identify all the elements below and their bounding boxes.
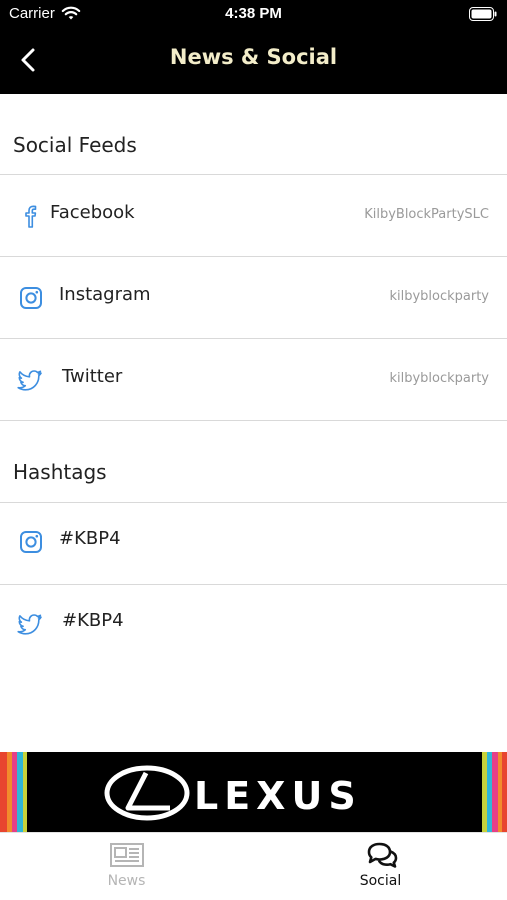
twitter-icon: [17, 614, 42, 635]
newspaper-icon: [110, 843, 144, 867]
instagram-icon: [20, 531, 42, 553]
section-header-hashtags: Hashtags: [13, 460, 107, 484]
social-feed-label: Twitter: [62, 366, 123, 387]
lexus-logo: LEXUS: [104, 765, 362, 821]
stripe-decoration: [0, 752, 7, 832]
social-feed-label: Facebook: [50, 202, 135, 223]
stripe-decoration: [23, 752, 27, 832]
stripe-decoration: [502, 752, 507, 832]
chat-bubbles-icon: [367, 842, 398, 868]
tab-news[interactable]: News: [0, 833, 253, 900]
facebook-icon: [25, 205, 37, 228]
hashtag-row-twitter[interactable]: #KBP4: [0, 585, 507, 665]
tab-label-social: Social: [359, 873, 402, 889]
svg-text:LEXUS: LEXUS: [194, 774, 362, 818]
battery-icon: [469, 7, 497, 21]
tab-label-news: News: [107, 873, 146, 889]
social-feed-row-twitter[interactable]: Twitter kilbyblockparty: [0, 339, 507, 419]
social-feed-row-instagram[interactable]: Instagram kilbyblockparty: [0, 257, 507, 337]
social-feed-handle: kilbyblockparty: [389, 371, 489, 386]
status-time: 4:38 PM: [225, 5, 282, 22]
status-bar: Carrier 4:38 PM: [0, 0, 507, 30]
social-feed-handle: KilbyBlockPartySLC: [364, 207, 489, 222]
hashtag-row-instagram[interactable]: #KBP4: [0, 503, 507, 583]
ad-banner-lexus[interactable]: LEXUS: [0, 752, 507, 832]
divider: [0, 420, 507, 421]
social-feed-row-facebook[interactable]: Facebook KilbyBlockPartySLC: [0, 175, 507, 255]
navigation-header: Carrier 4:38 PM News & Social: [0, 0, 507, 94]
page-title: News & Social: [169, 45, 338, 69]
social-content: Social Feeds Facebook KilbyBlockPartySLC…: [0, 94, 507, 752]
twitter-icon: [17, 370, 42, 391]
hashtag-label: #KBP4: [59, 528, 121, 549]
tab-bar: News Social: [0, 832, 507, 900]
social-feed-label: Instagram: [59, 284, 151, 305]
social-feed-handle: kilbyblockparty: [389, 289, 489, 304]
instagram-icon: [20, 287, 42, 309]
section-header-social-feeds: Social Feeds: [13, 133, 137, 157]
hashtag-label: #KBP4: [62, 610, 124, 631]
tab-social[interactable]: Social: [254, 833, 507, 900]
